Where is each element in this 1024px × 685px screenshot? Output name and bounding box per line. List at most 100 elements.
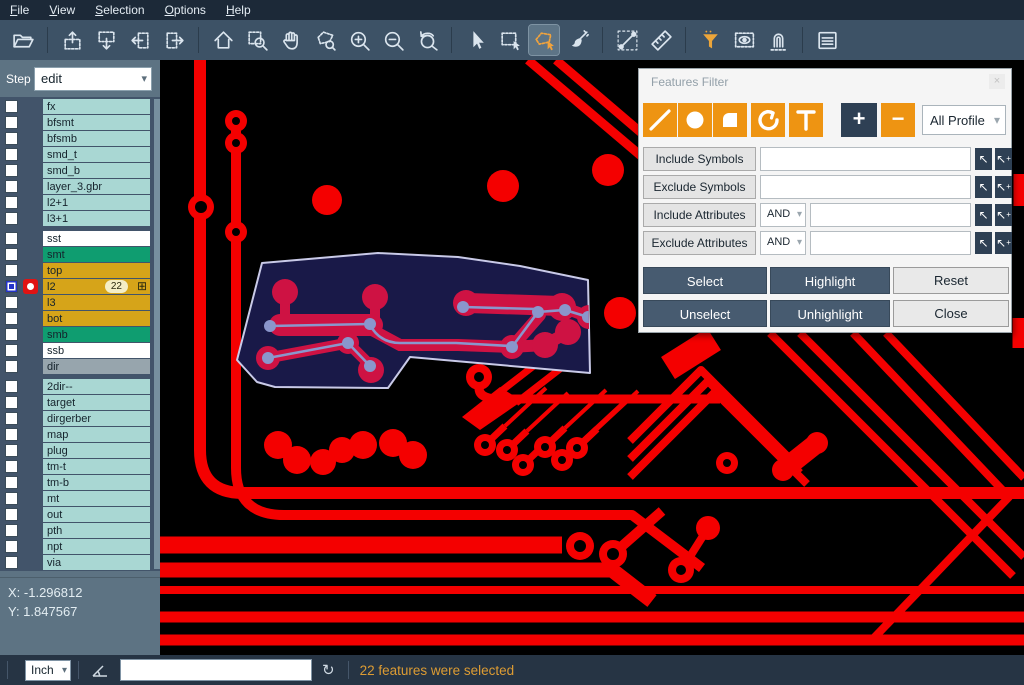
layer-indicator-slot[interactable] [21,179,43,194]
menu-view[interactable]: View [39,0,85,20]
layer-name-bar[interactable]: l3+1 [43,211,150,226]
layer-name-bar[interactable]: top [43,263,150,278]
measure-ruler-icon[interactable] [646,25,676,55]
pick-symbol-button[interactable]: ↖ [975,176,992,198]
pan-hand-icon[interactable] [276,25,306,55]
layer-checkbox[interactable] [5,100,18,113]
layer-indicator-slot[interactable] [21,115,43,130]
refresh-icon[interactable]: ↻ [322,661,335,679]
layer-checkbox[interactable] [5,296,18,309]
layer-indicator-slot[interactable] [21,211,43,226]
layer-checkbox[interactable] [5,328,18,341]
layer-row-map[interactable]: map [0,427,160,442]
layer-row-tm-b[interactable]: tm-b [0,475,160,490]
open-folder-icon[interactable] [8,25,38,55]
highlight-button[interactable]: Highlight [770,267,890,294]
layer-name-bar[interactable]: sst [43,231,150,246]
layer-row-pth[interactable]: pth [0,523,160,538]
home-view-icon[interactable] [208,25,238,55]
step-combobox[interactable]: edit ▾ [34,67,152,91]
layer-indicator-slot[interactable] [21,379,43,394]
layer-checkbox[interactable] [5,116,18,129]
layer-row-dir[interactable]: dir [0,359,160,374]
layer-indicator-slot[interactable] [21,395,43,410]
layer-name-bar[interactable]: l222⊞ [43,279,150,294]
layer-row-l3+1[interactable]: l3+1 [0,211,160,226]
layer-row-dirgerber[interactable]: dirgerber [0,411,160,426]
layer-checkbox[interactable] [5,280,18,293]
measure-line-icon[interactable] [612,25,642,55]
exclude-symbols-field[interactable] [760,175,971,199]
rectangle-select-icon[interactable] [495,25,525,55]
layer-checkbox[interactable] [5,344,18,357]
filter-add-button[interactable]: + [841,103,877,137]
layer-indicator-slot[interactable] [21,247,43,262]
layer-name-bar[interactable]: fx [43,99,150,114]
features-filter-icon[interactable] [695,25,725,55]
layer-indicator-slot[interactable] [21,311,43,326]
zoom-in-icon[interactable] [344,25,374,55]
dialog-close-button[interactable]: × [989,74,1005,89]
include-attributes-and-combobox[interactable]: AND▾ [760,203,806,227]
layer-checkbox[interactable] [5,524,18,537]
layer-checkbox[interactable] [5,132,18,145]
layer-checkbox[interactable] [5,444,18,457]
layer-row-npt[interactable]: npt [0,539,160,554]
layer-row-ssb[interactable]: ssb [0,343,160,358]
layer-name-bar[interactable]: ssb [43,343,150,358]
command-input[interactable] [120,659,312,681]
profile-combobox[interactable]: All Profile ▾ [922,105,1006,135]
layer-row-top[interactable]: top [0,263,160,278]
filter-remove-button[interactable]: − [881,103,915,137]
layer-name-bar[interactable]: map [43,427,150,442]
layer-name-bar[interactable]: out [43,507,150,522]
layer-checkbox[interactable] [5,492,18,505]
layer-indicator-slot[interactable] [21,491,43,506]
layer-indicator-slot[interactable] [21,507,43,522]
menu-file[interactable]: File [0,0,39,20]
layer-row-tm-t[interactable]: tm-t [0,459,160,474]
filter-arc-button[interactable] [751,103,785,137]
layer-checkbox[interactable] [5,508,18,521]
layer-row-smb[interactable]: smb [0,327,160,342]
zoom-polygon-icon[interactable] [310,25,340,55]
zoom-window-icon[interactable] [242,25,272,55]
panel-toggle-icon[interactable] [812,25,842,55]
layer-checkbox[interactable] [5,412,18,425]
shift-right-icon[interactable] [159,25,189,55]
layer-row-fx[interactable]: fx [0,99,160,114]
layer-name-bar[interactable]: bot [43,311,150,326]
filter-surface-button[interactable] [713,103,747,137]
layer-name-bar[interactable]: bfsmt [43,115,150,130]
layer-name-bar[interactable]: npt [43,539,150,554]
layer-checkbox[interactable] [5,196,18,209]
layer-indicator-slot[interactable] [21,147,43,162]
layer-name-bar[interactable]: tm-t [43,459,150,474]
filter-pad-button[interactable] [678,103,712,137]
layer-name-bar[interactable]: layer_3.gbr [43,179,150,194]
layer-checkbox[interactable] [5,248,18,261]
layer-row-smd_b[interactable]: smd_b [0,163,160,178]
include-symbols-button[interactable]: Include Symbols [643,147,756,171]
layer-indicator-slot[interactable] [21,327,43,342]
layer-row-layer_3.gbr[interactable]: layer_3.gbr [0,179,160,194]
layer-checkbox[interactable] [5,396,18,409]
zoom-previous-icon[interactable] [412,25,442,55]
layer-indicator-slot[interactable] [21,427,43,442]
close-button[interactable]: Close [893,300,1009,327]
layer-row-smd_t[interactable]: smd_t [0,147,160,162]
unselect-button[interactable]: Unselect [643,300,767,327]
menu-selection[interactable]: Selection [85,0,154,20]
layer-name-bar[interactable]: smd_b [43,163,150,178]
layer-indicator-slot[interactable] [21,163,43,178]
exclude-attributes-and-combobox[interactable]: AND▾ [760,231,806,255]
snap-icon[interactable] [763,25,793,55]
layer-row-l3[interactable]: l3 [0,295,160,310]
include-attributes-field[interactable] [810,203,971,227]
layer-row-bfsmb[interactable]: bfsmb [0,131,160,146]
layer-row-l2[interactable]: l222⊞ [0,279,160,294]
layer-indicator-slot[interactable] [21,99,43,114]
layer-name-bar[interactable]: bfsmb [43,131,150,146]
layer-indicator-slot[interactable] [21,459,43,474]
layer-row-target[interactable]: target [0,395,160,410]
